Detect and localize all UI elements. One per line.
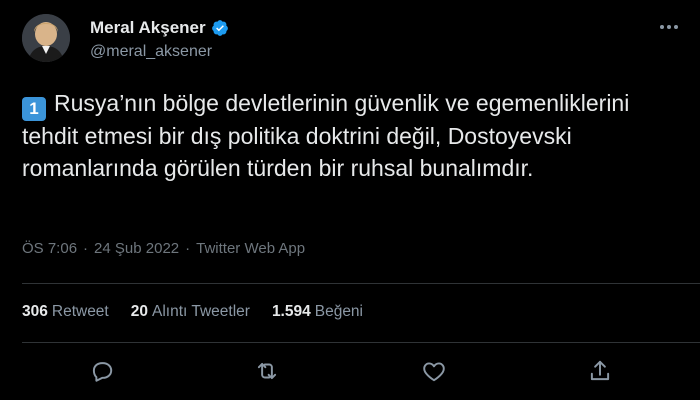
quote-count: 20 xyxy=(130,303,148,320)
like-stat[interactable]: 1.594 Beğeni xyxy=(272,303,363,321)
avatar[interactable] xyxy=(22,14,70,62)
avatar-image xyxy=(22,14,70,62)
like-icon[interactable] xyxy=(421,358,447,384)
like-label: Beğeni xyxy=(314,303,363,320)
tweet-actions xyxy=(0,356,700,388)
author-handle[interactable]: @meral_aksener xyxy=(90,43,212,61)
verified-badge-icon xyxy=(211,20,228,36)
like-count: 1.594 xyxy=(271,303,311,320)
share-icon[interactable] xyxy=(587,358,613,384)
retweet-label: Retweet xyxy=(51,303,109,320)
divider-bottom xyxy=(22,342,700,343)
tweet-stats: 306 Retweet 20 Alıntı Tweetler 1.594 Beğeni xyxy=(22,303,363,321)
divider-top xyxy=(22,283,700,284)
tweet-meta: ÖS 7:06 · 24 Şub 2022 · Twitter Web App xyxy=(22,240,305,257)
tweet-body: Rusya’nın bölge devletlerinin güvenlik v… xyxy=(22,90,630,181)
reply-icon[interactable] xyxy=(89,358,115,384)
meta-separator-2: · xyxy=(185,240,191,257)
retweet-count: 306 xyxy=(22,303,48,320)
meta-separator-1: · xyxy=(83,240,89,257)
tweet-date[interactable]: 24 Şub 2022 xyxy=(94,240,179,257)
retweet-stat[interactable]: 306 Retweet xyxy=(22,303,109,321)
author-name[interactable]: Meral Akşener xyxy=(90,18,206,38)
quote-label: Alıntı Tweetler xyxy=(152,303,250,320)
more-options-icon[interactable] xyxy=(660,22,682,32)
tweet-source[interactable]: Twitter Web App xyxy=(196,240,305,257)
author-name-row[interactable]: Meral Akşener xyxy=(90,18,229,38)
retweet-icon[interactable] xyxy=(254,358,280,384)
tweet-text: 1 Rusya’nın bölge devletlerinin güvenlik … xyxy=(22,88,682,184)
tweet-time[interactable]: ÖS 7:06 xyxy=(22,240,77,257)
keycap-one-emoji: 1 xyxy=(22,97,46,121)
quote-stat[interactable]: 20 Alıntı Tweetler xyxy=(131,303,250,321)
